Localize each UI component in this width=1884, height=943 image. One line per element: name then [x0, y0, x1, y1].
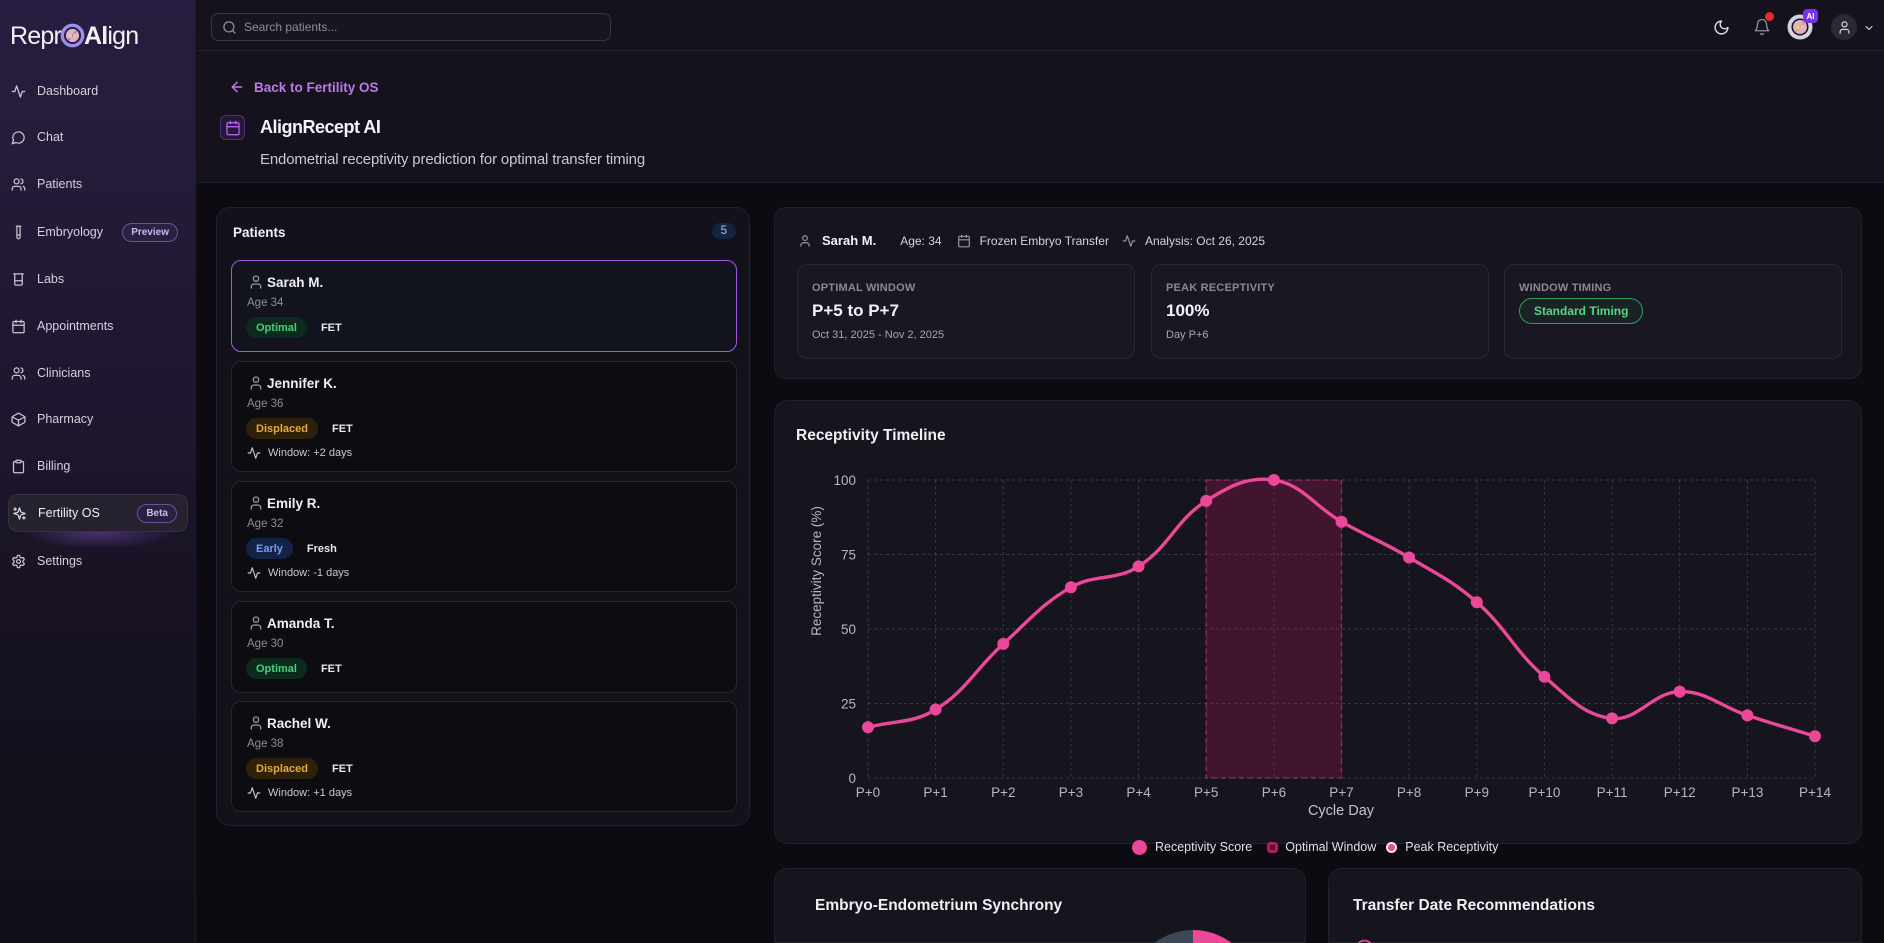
svg-text:P+4: P+4 — [1126, 785, 1151, 800]
svg-text:P+5: P+5 — [1194, 785, 1218, 800]
svg-text:25: 25 — [841, 697, 856, 712]
svg-text:P+12: P+12 — [1664, 785, 1696, 800]
svg-text:75: 75 — [841, 548, 856, 563]
svg-text:100: 100 — [833, 473, 856, 488]
svg-text:0: 0 — [848, 771, 856, 786]
svg-text:P+6: P+6 — [1262, 785, 1286, 800]
svg-text:P+8: P+8 — [1397, 785, 1421, 800]
svg-text:50: 50 — [841, 622, 856, 637]
svg-text:P+13: P+13 — [1731, 785, 1763, 800]
svg-text:P+11: P+11 — [1597, 785, 1628, 800]
svg-text:P+7: P+7 — [1329, 785, 1353, 800]
svg-text:P+2: P+2 — [991, 785, 1015, 800]
svg-text:Cycle Day: Cycle Day — [1308, 803, 1375, 819]
svg-text:P+14: P+14 — [1799, 785, 1831, 800]
svg-text:P+3: P+3 — [1059, 785, 1083, 800]
svg-text:P+1: P+1 — [923, 785, 947, 800]
svg-text:P+10: P+10 — [1528, 785, 1560, 800]
svg-text:P+0: P+0 — [856, 785, 880, 800]
svg-text:Receptivity Score (%): Receptivity Score (%) — [809, 506, 824, 636]
svg-text:P+9: P+9 — [1465, 785, 1489, 800]
